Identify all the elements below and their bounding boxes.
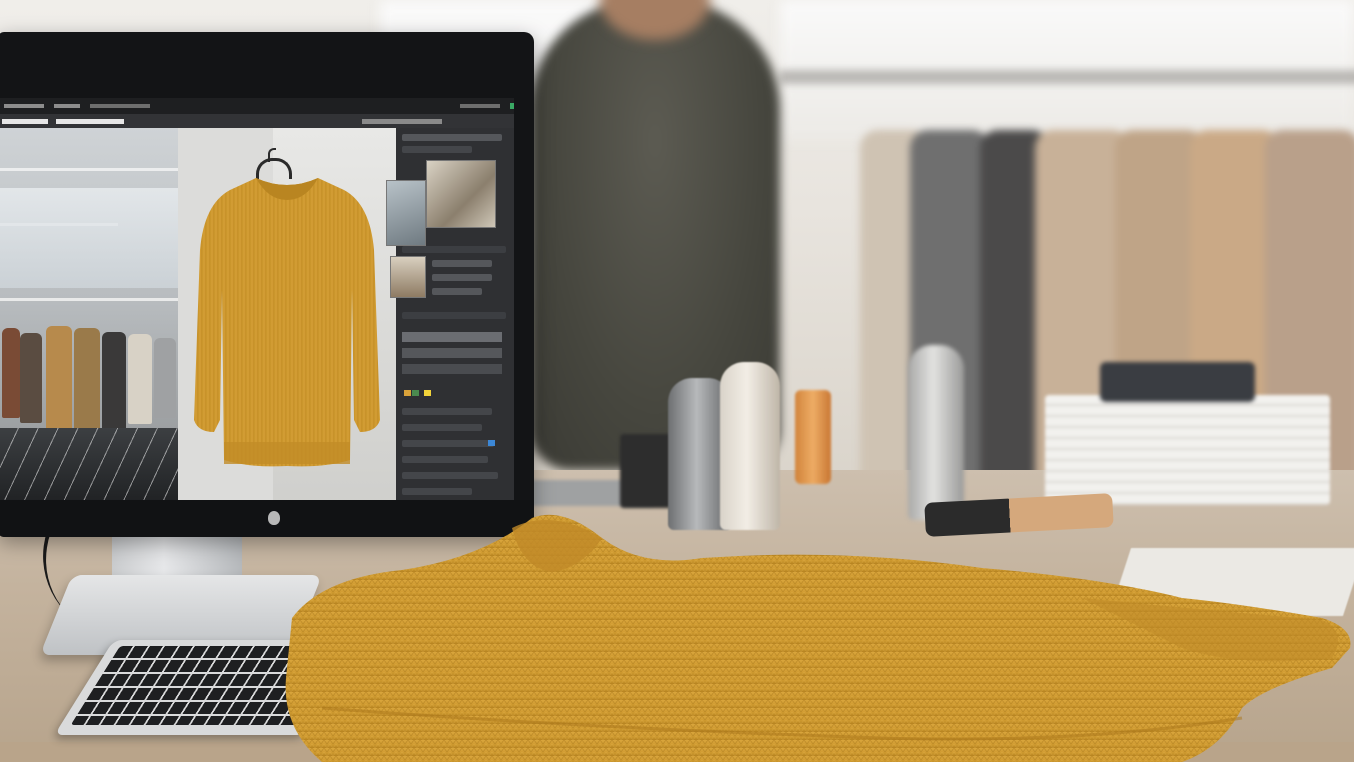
menu-item[interactable] [4, 104, 44, 108]
shelf-line [0, 298, 178, 301]
amber-cup [795, 390, 831, 484]
panel-row[interactable] [432, 274, 492, 281]
panel-row[interactable] [402, 456, 488, 463]
color-swatch[interactable] [404, 390, 411, 396]
menu-item[interactable] [90, 104, 150, 108]
silver-bottle [908, 345, 964, 520]
layer-row-selected[interactable] [402, 332, 502, 342]
panel-row[interactable] [432, 260, 492, 267]
menu-item[interactable] [54, 104, 80, 108]
color-swatch[interactable] [424, 390, 431, 396]
dark-box [620, 434, 674, 508]
ceiling-beam [780, 70, 1354, 84]
layer-row[interactable] [402, 364, 502, 374]
panel-row[interactable] [402, 312, 506, 319]
sweater-render[interactable] [194, 170, 380, 482]
panel-row[interactable] [402, 246, 506, 253]
color-swatch[interactable] [488, 440, 495, 446]
option-item[interactable] [2, 118, 48, 124]
reference-coat [102, 332, 126, 436]
shelf-line [0, 168, 178, 171]
panel-row[interactable] [402, 146, 472, 153]
reference-panel [0, 128, 178, 508]
apple-logo-icon [268, 511, 280, 525]
layer-row[interactable] [402, 348, 502, 358]
monitor [0, 32, 534, 537]
panel-row[interactable] [432, 288, 482, 295]
option-item[interactable] [362, 118, 442, 124]
reference-coat [74, 328, 100, 440]
panel-row[interactable] [402, 472, 498, 479]
status-indicator [510, 103, 514, 109]
layers-panel [386, 128, 514, 508]
dark-case [1100, 362, 1255, 402]
panel-row[interactable] [402, 488, 472, 495]
paper-stack [1045, 395, 1330, 505]
reference-coat [20, 333, 42, 423]
reference-window [0, 188, 178, 288]
panel-row[interactable] [402, 424, 482, 431]
app-menubar [0, 98, 514, 114]
photo-scene [0, 0, 1354, 762]
panel-toolbar[interactable] [402, 134, 502, 141]
thumbnail[interactable] [390, 256, 426, 298]
reference-coat [2, 328, 20, 418]
thumbnail[interactable] [426, 160, 496, 228]
app-options-bar [0, 114, 514, 128]
menu-item[interactable] [460, 104, 500, 108]
panel-row[interactable] [402, 440, 494, 447]
option-item[interactable] [56, 118, 124, 124]
color-swatch[interactable] [412, 390, 419, 396]
cream-bottle [720, 362, 780, 530]
reference-floor [0, 428, 178, 508]
thumbnail[interactable] [386, 180, 426, 246]
monitor-screen [0, 98, 514, 530]
reference-coat [128, 334, 152, 424]
reference-coat [154, 338, 176, 418]
panel-row[interactable] [402, 408, 492, 415]
folded-sweater [285, 514, 1351, 762]
